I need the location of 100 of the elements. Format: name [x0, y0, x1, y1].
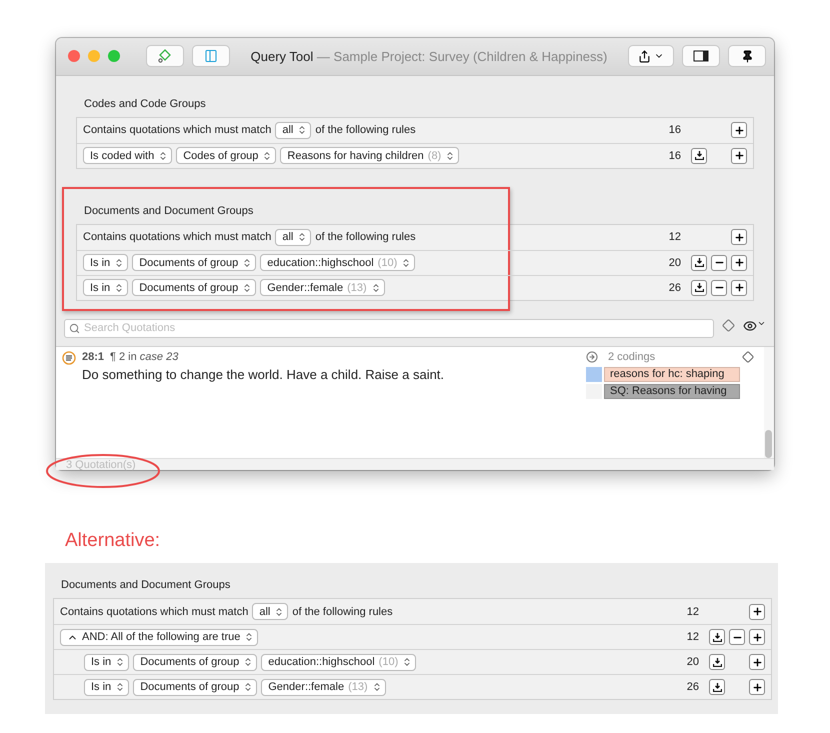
section-title: Documents and Document Groups [60, 579, 232, 593]
add-button[interactable] [731, 229, 747, 246]
chevrons-icon [274, 606, 284, 616]
chevrons-icon [114, 258, 124, 268]
export-icon [712, 682, 722, 692]
add-button[interactable] [731, 280, 747, 296]
rule-dropdown[interactable]: Documents of group [132, 254, 256, 272]
chevrons-icon [115, 657, 126, 667]
tag-button[interactable] [146, 45, 184, 68]
remove-button[interactable] [729, 629, 745, 645]
quotation-location: ¶ 2 in case 23 [110, 350, 178, 363]
export-button[interactable] [691, 148, 707, 164]
rule-dropdown[interactable]: Is in [84, 678, 130, 696]
add-button[interactable] [731, 122, 747, 138]
chevrons-icon [370, 282, 381, 293]
search-field[interactable]: Search Quotations [64, 318, 714, 338]
chevrons-icon [297, 125, 308, 136]
export-button[interactable] [691, 280, 707, 296]
export-button[interactable] [691, 254, 707, 271]
rule-dropdown[interactable]: all [275, 122, 312, 139]
add-button[interactable] [749, 629, 765, 645]
chevrons-icon [242, 282, 252, 293]
plus-icon [752, 656, 762, 668]
panel-icon [693, 50, 709, 62]
quotation-text: Do something to change the world. Have a child. Raise a saint. [82, 366, 446, 382]
chevrons-icon [242, 258, 252, 268]
diamond-icon [742, 350, 754, 363]
code-tag[interactable]: reasons for hc: shaping [604, 366, 740, 382]
remove-button[interactable] [711, 280, 727, 296]
rule-text: Contains quotations which must match [83, 124, 272, 136]
rule-dropdown[interactable]: Is coded with [83, 147, 172, 164]
rule-dropdown[interactable]: Documents of group [133, 654, 258, 670]
rule-text: of the following rules [292, 606, 393, 618]
export-icon [712, 658, 722, 666]
quotation-icon [62, 350, 76, 365]
code-tag[interactable]: SQ: Reasons for having [604, 384, 740, 399]
chevrons-icon [372, 682, 382, 692]
codings-count: 2 codings [608, 350, 656, 363]
export-button[interactable] [709, 629, 725, 645]
match-count: 20 [686, 656, 700, 668]
rule-dropdown[interactable]: AND: All of the following are true [60, 628, 258, 646]
match-count: 20 [668, 256, 682, 269]
share-icon [638, 50, 651, 63]
rule-text: of the following rules [315, 124, 416, 136]
chevrons-icon [262, 150, 272, 161]
remove-button[interactable] [711, 254, 727, 271]
export-icon [694, 258, 704, 268]
rule-text: of the following rules [315, 231, 416, 244]
export-button[interactable] [709, 679, 725, 695]
plus-icon [752, 632, 762, 642]
rule-dropdown[interactable]: Documents of group [132, 279, 256, 296]
add-button[interactable] [749, 604, 765, 620]
plus-icon [734, 124, 744, 136]
rule-dropdown[interactable]: Gender::female (13) [260, 279, 385, 296]
chevrons-icon [243, 682, 254, 692]
export-icon [694, 151, 704, 160]
match-count: 12 [668, 231, 682, 244]
chevrons-icon [114, 282, 124, 293]
pin-icon [740, 50, 754, 63]
rule-dropdown[interactable]: Documents of group [133, 678, 258, 696]
rule-dropdown[interactable]: Gender::female (13) [261, 678, 386, 696]
match-count: 12 [686, 631, 700, 643]
add-button[interactable] [731, 148, 747, 164]
add-button[interactable] [749, 679, 765, 695]
add-button[interactable] [731, 254, 747, 271]
sidebar-button[interactable] [192, 45, 230, 68]
rule-text: Contains quotations which must match [60, 606, 248, 618]
add-button[interactable] [749, 654, 765, 670]
chevrons-icon [115, 682, 126, 692]
rule-dropdown[interactable]: Is in [83, 254, 128, 272]
rule-text: Contains quotations which must match [83, 231, 272, 244]
share-button[interactable] [628, 45, 674, 68]
plus-icon [752, 682, 762, 692]
annotation-heading: Alternative: [65, 530, 162, 552]
section-title: Documents and Document Groups [83, 204, 254, 219]
chevrons-icon [244, 632, 254, 642]
quotation-id: 28:1 [82, 350, 104, 363]
chevrons-icon [401, 258, 412, 268]
rule-dropdown[interactable]: Is in [83, 279, 128, 296]
chevrons-icon [445, 150, 456, 161]
rule-dropdown[interactable]: Is in [84, 654, 130, 670]
panel-button[interactable] [682, 45, 720, 68]
scrollbar[interactable] [764, 346, 774, 458]
export-button[interactable] [709, 654, 725, 670]
search-icon [69, 322, 80, 334]
rule-dropdown[interactable]: all [252, 603, 288, 620]
rule-dropdown[interactable]: all [275, 228, 312, 246]
match-count: 12 [686, 606, 700, 618]
match-count: 26 [668, 282, 682, 294]
match-count: 16 [668, 124, 682, 136]
rule-dropdown[interactable]: education::highschool (10) [260, 254, 416, 272]
plus-icon [734, 282, 744, 294]
export-icon [694, 283, 704, 292]
pin-button[interactable] [728, 45, 766, 68]
rule-dropdown[interactable]: education::highschool (10) [261, 654, 416, 670]
rule-dropdown[interactable]: Reasons for having children (8) [280, 147, 460, 164]
match-count: 16 [668, 150, 682, 162]
window-title: Query Tool — Sample Project: Survey (Children & Happiness) [250, 48, 608, 64]
rule-dropdown[interactable]: Codes of group [176, 147, 276, 164]
section-title: Codes and Code Groups [83, 98, 207, 112]
